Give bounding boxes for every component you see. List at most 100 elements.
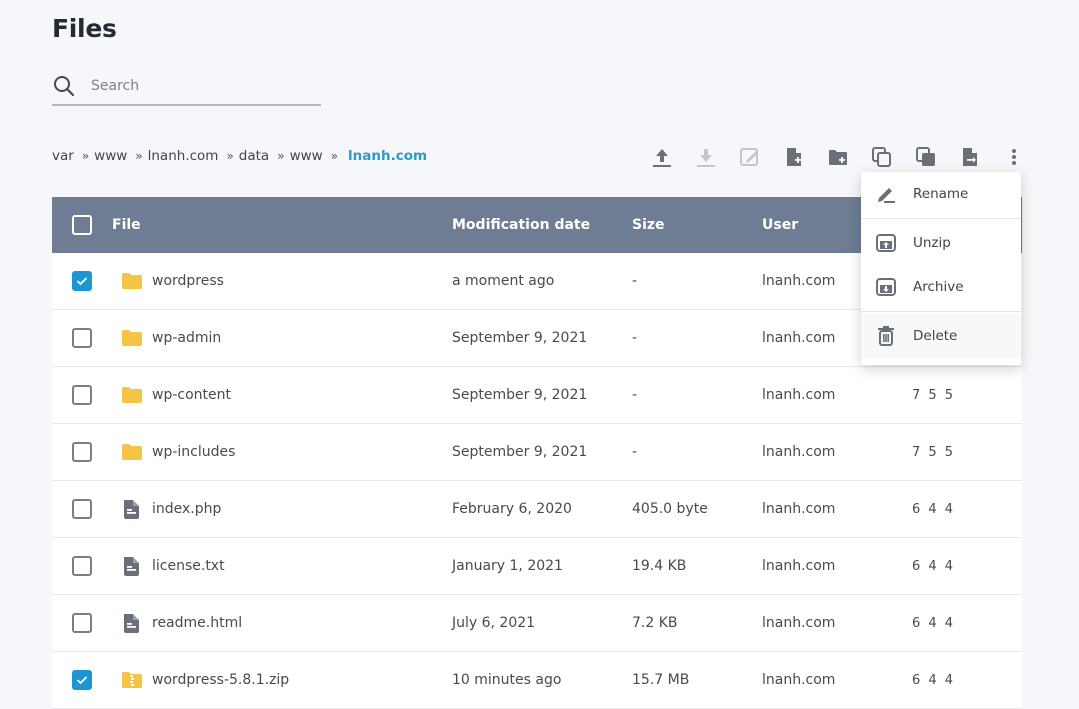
file-size: 19.4 KB — [632, 558, 687, 574]
file-size: 7.2 KB — [632, 615, 678, 631]
folder-icon — [122, 272, 142, 289]
page-title: Files — [52, 14, 117, 43]
menu-divider — [861, 218, 1021, 219]
breadcrumb-item[interactable]: lnanh.com — [148, 148, 219, 164]
upload-icon — [653, 149, 671, 167]
zip-file-icon — [122, 671, 142, 688]
file-name[interactable]: wordpress-5.8.1.zip — [152, 672, 452, 688]
table-row[interactable]: readme.html July 6, 2021 7.2 KB lnanh.co… — [52, 595, 1022, 652]
modification-date: 10 minutes ago — [452, 672, 562, 688]
file-name[interactable]: license.txt — [152, 558, 452, 574]
breadcrumb-item[interactable]: www — [290, 148, 323, 164]
table-row[interactable]: wordpress-5.8.1.zip 10 minutes ago 15.7 … — [52, 652, 1022, 709]
duplicate-button[interactable] — [904, 142, 948, 172]
rename-icon — [878, 188, 895, 203]
file-size: - — [632, 273, 638, 289]
breadcrumb-item[interactable]: var — [52, 148, 74, 164]
archive-icon — [876, 278, 896, 296]
file-user: lnanh.com — [762, 615, 836, 631]
menu-item-label: Unzip — [913, 235, 951, 251]
file-icon — [124, 499, 139, 519]
modification-date: September 9, 2021 — [452, 330, 588, 346]
breadcrumb-item[interactable]: lnanh.com — [348, 148, 427, 164]
row-checkbox[interactable] — [72, 271, 92, 291]
file-name[interactable]: wordpress — [152, 273, 452, 289]
row-checkbox[interactable] — [72, 385, 92, 405]
new-folder-button[interactable] — [816, 142, 860, 172]
modification-date: July 6, 2021 — [452, 615, 536, 631]
file-permissions: 7 5 5 — [912, 444, 956, 460]
file-name[interactable]: index.php — [152, 501, 452, 517]
modification-date: September 9, 2021 — [452, 387, 588, 403]
checkmark-icon — [76, 277, 88, 286]
file-name[interactable]: readme.html — [152, 615, 452, 631]
modification-date: January 1, 2021 — [452, 558, 563, 574]
file-user: lnanh.com — [762, 444, 836, 460]
breadcrumb-separator: » — [330, 149, 339, 163]
menu-item-archive[interactable]: Archive — [861, 265, 1021, 309]
table-row[interactable]: license.txt January 1, 2021 19.4 KB lnan… — [52, 538, 1022, 595]
download-button[interactable] — [684, 142, 728, 172]
menu-item-rename[interactable]: Rename — [861, 172, 1021, 216]
search-input[interactable] — [91, 78, 291, 94]
row-checkbox[interactable] — [72, 442, 92, 462]
menu-item-unzip[interactable]: Unzip — [861, 221, 1021, 265]
more-vertical-icon — [1012, 149, 1016, 165]
menu-item-label: Rename — [913, 186, 969, 202]
unzip-icon — [876, 234, 896, 252]
menu-item-delete[interactable]: Delete — [861, 314, 1021, 358]
search-icon — [54, 76, 75, 97]
copy-button[interactable] — [860, 142, 904, 172]
new-folder-icon — [829, 150, 847, 165]
duplicate-icon — [916, 147, 935, 166]
file-permissions: 6 4 4 — [912, 558, 956, 574]
new-file-icon — [787, 148, 801, 166]
modification-date: September 9, 2021 — [452, 444, 588, 460]
file-size: 405.0 byte — [632, 501, 708, 517]
breadcrumb: var » www » lnanh.com » data » www » lnanh.com — [52, 148, 427, 164]
modification-date: February 6, 2020 — [452, 501, 572, 517]
file-permissions: 7 5 5 — [912, 387, 956, 403]
file-name[interactable]: wp-content — [152, 387, 452, 403]
file-permissions: 6 4 4 — [912, 615, 956, 631]
edit-button[interactable] — [728, 142, 772, 172]
file-user: lnanh.com — [762, 558, 836, 574]
breadcrumb-item[interactable]: data — [239, 148, 269, 164]
row-checkbox[interactable] — [72, 556, 92, 576]
file-user: lnanh.com — [762, 387, 836, 403]
column-size[interactable]: Size — [632, 217, 762, 233]
file-name[interactable]: wp-includes — [152, 444, 452, 460]
column-date[interactable]: Modification date — [452, 217, 632, 233]
folder-icon — [122, 386, 142, 403]
menu-divider — [861, 311, 1021, 312]
move-button[interactable] — [948, 142, 992, 172]
row-checkbox[interactable] — [72, 670, 92, 690]
file-permissions: 6 4 4 — [912, 672, 956, 688]
menu-item-label: Archive — [913, 279, 964, 295]
toolbar — [640, 142, 1036, 172]
breadcrumb-separator: » — [226, 149, 234, 163]
upload-button[interactable] — [640, 142, 684, 172]
breadcrumb-item[interactable]: www — [94, 148, 127, 164]
breadcrumb-separator: » — [277, 149, 285, 163]
select-all-checkbox[interactable] — [72, 215, 92, 235]
table-row[interactable]: index.php February 6, 2020 405.0 byte ln… — [52, 481, 1022, 538]
row-checkbox[interactable] — [72, 499, 92, 519]
folder-icon — [122, 329, 142, 346]
download-icon — [697, 149, 715, 167]
file-size: - — [632, 330, 638, 346]
menu-item-label: Delete — [913, 328, 958, 344]
more-vertical-button[interactable] — [992, 142, 1036, 172]
file-size: - — [632, 387, 638, 403]
folder-icon — [122, 443, 142, 460]
table-row[interactable]: wp-includes September 9, 2021 - lnanh.co… — [52, 424, 1022, 481]
table-row[interactable]: wp-content September 9, 2021 - lnanh.com… — [52, 367, 1022, 424]
column-file[interactable]: File — [112, 217, 452, 233]
search-box[interactable] — [52, 68, 321, 106]
row-checkbox[interactable] — [72, 613, 92, 633]
file-name[interactable]: wp-admin — [152, 330, 452, 346]
row-checkbox[interactable] — [72, 328, 92, 348]
new-file-button[interactable] — [772, 142, 816, 172]
file-permissions: 6 4 4 — [912, 501, 956, 517]
breadcrumb-separator: » — [135, 149, 143, 163]
